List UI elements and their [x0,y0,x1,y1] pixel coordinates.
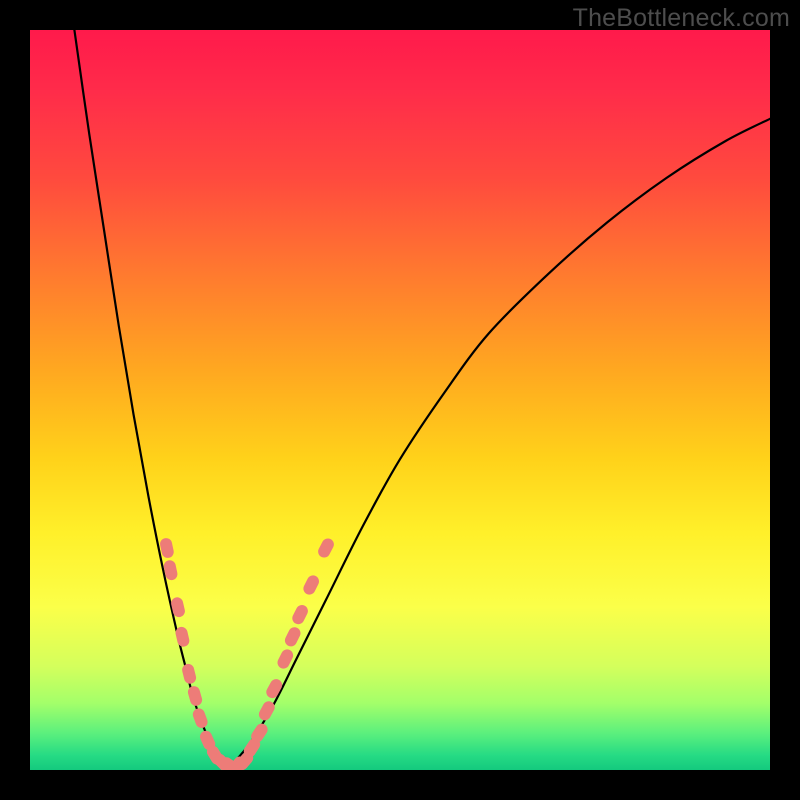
plot-area [30,30,770,770]
marker-point [301,573,321,596]
marker-point [159,537,175,559]
credit-text: TheBottleneck.com [573,4,790,33]
bottleneck-path [74,30,770,767]
marker-point [290,603,310,626]
marker-point [283,625,303,648]
chart-stage: TheBottleneck.com [0,0,800,800]
curve-layer [30,30,770,770]
marker-point [316,536,336,559]
marker-group [159,536,336,770]
marker-point [181,663,197,685]
marker-point [187,685,204,708]
marker-point [191,707,209,730]
bottleneck-curve [74,30,770,767]
